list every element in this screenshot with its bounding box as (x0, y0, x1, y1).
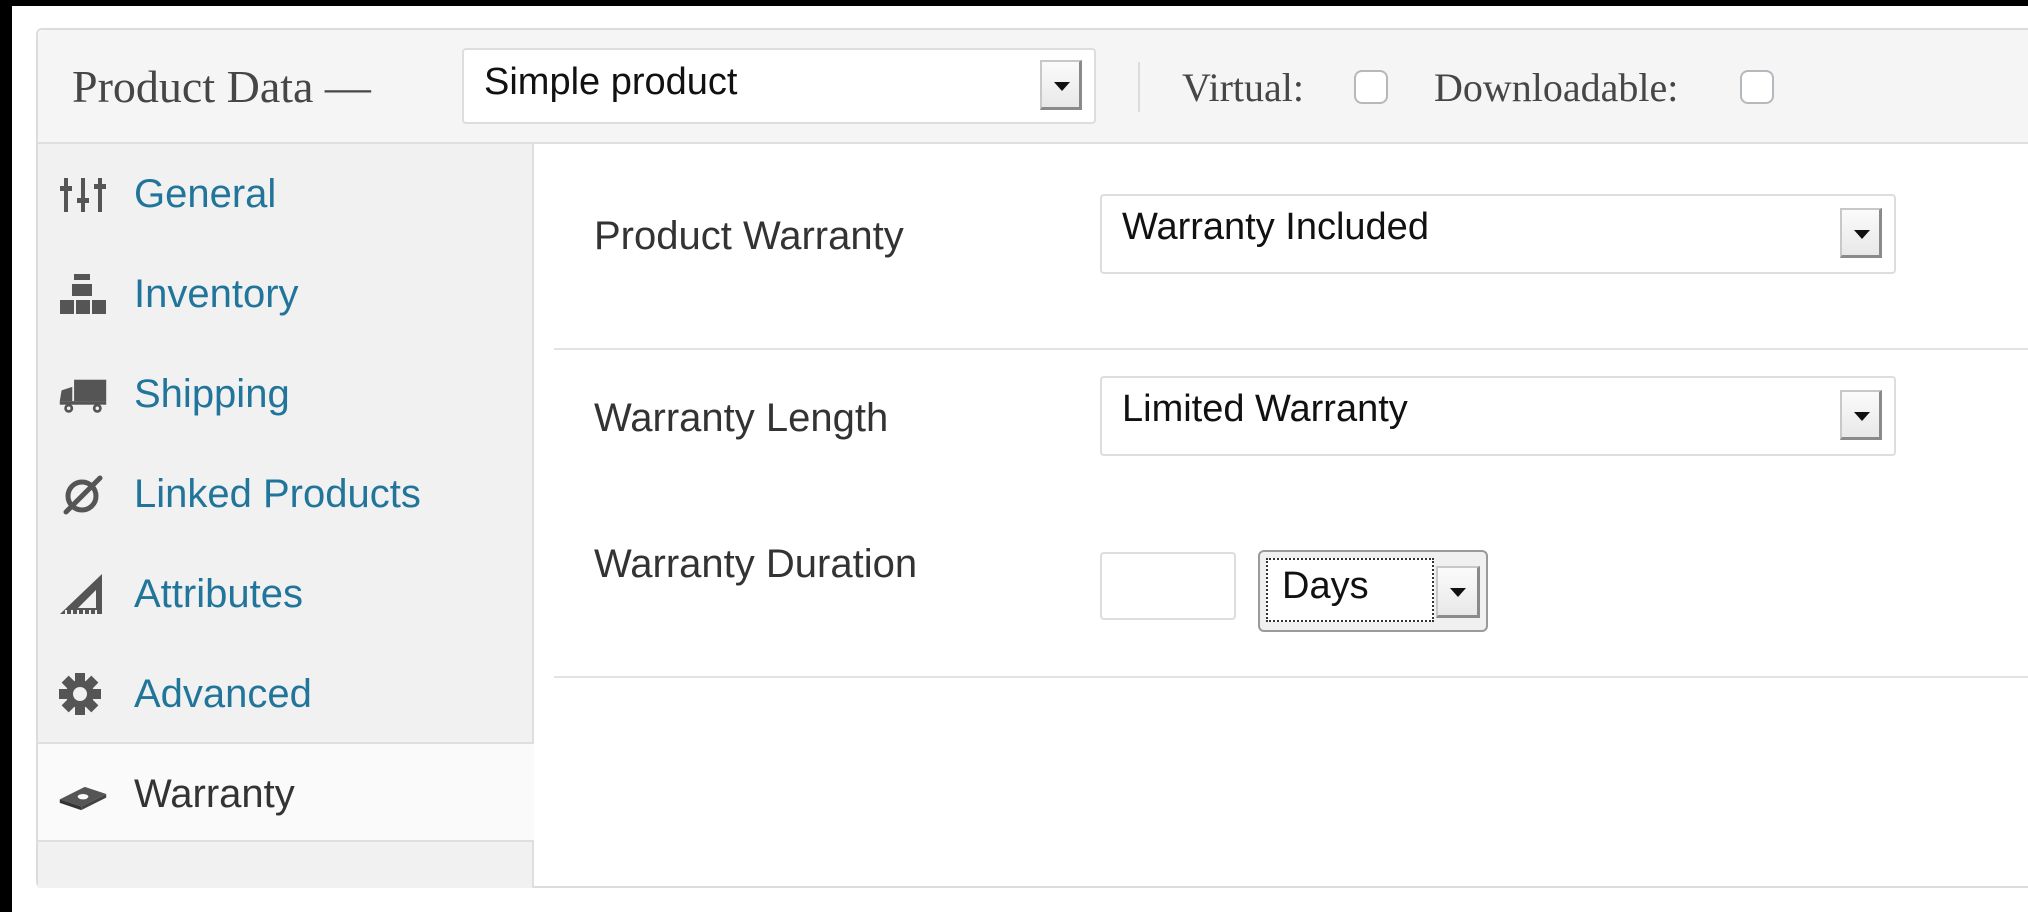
gear-icon (59, 673, 101, 715)
window-left-edge (0, 0, 12, 912)
tab-general-label: General (134, 172, 277, 216)
warranty-duration-label: Warranty Duration (594, 542, 918, 586)
truck-icon (59, 379, 107, 413)
product-warranty-label: Product Warranty (594, 214, 904, 258)
panel-title: Product Data — (72, 61, 371, 112)
chevron-down-icon[interactable] (1840, 208, 1882, 258)
tab-warranty[interactable]: Warranty (38, 742, 534, 842)
row-divider (554, 348, 2028, 350)
tab-general[interactable]: General (38, 144, 532, 244)
tab-attributes[interactable]: Attributes (38, 544, 532, 644)
warranty-options: Product Warranty Warranty Included Warra… (534, 144, 2028, 888)
product-warranty-value: Warranty Included (1122, 206, 1429, 248)
row-divider (554, 676, 2028, 678)
duration-unit-focus: Days (1266, 558, 1434, 622)
virtual-checkbox[interactable] (1354, 70, 1388, 104)
chevron-down-icon[interactable] (1040, 60, 1082, 110)
ruler-triangle-icon (60, 574, 102, 614)
warranty-length-select[interactable]: Limited Warranty (1100, 376, 1896, 456)
tab-warranty-label: Warranty (134, 772, 295, 816)
downloadable-checkbox[interactable] (1740, 70, 1774, 104)
product-type-select[interactable]: Simple product (462, 48, 1096, 124)
header-separator (1138, 62, 1140, 112)
link-icon (63, 475, 103, 515)
tab-advanced-label: Advanced (134, 672, 312, 716)
virtual-label: Virtual: (1182, 65, 1305, 110)
product-data-tabs: General Inventory Shipping Linked Produc… (38, 144, 534, 888)
warranty-length-value: Limited Warranty (1122, 388, 1408, 430)
tab-inventory[interactable]: Inventory (38, 244, 532, 344)
window-top-edge (0, 0, 2028, 6)
warranty-length-label: Warranty Length (594, 396, 889, 440)
chevron-down-icon[interactable] (1436, 566, 1480, 618)
product-data-panel: Product Data — Simple product Virtual: D… (36, 28, 2028, 888)
sliders-icon (60, 178, 106, 212)
tab-inventory-label: Inventory (134, 272, 299, 316)
product-type-value: Simple product (484, 61, 738, 103)
page: Product Data — Simple product Virtual: D… (0, 0, 2028, 912)
ticket-icon (59, 786, 107, 811)
downloadable-label: Downloadable: (1434, 65, 1679, 110)
chevron-down-icon[interactable] (1840, 390, 1882, 440)
product-warranty-select[interactable]: Warranty Included (1100, 194, 1896, 274)
tab-advanced[interactable]: Advanced (38, 644, 532, 744)
warranty-duration-input[interactable] (1100, 552, 1236, 620)
boxes-icon (60, 274, 106, 314)
tab-shipping-label: Shipping (134, 372, 290, 416)
tab-linked-products-label: Linked Products (134, 472, 421, 516)
panel-header: Product Data — Simple product Virtual: D… (38, 30, 2028, 144)
tab-linked-products[interactable]: Linked Products (38, 444, 532, 544)
tab-attributes-label: Attributes (134, 572, 303, 616)
duration-unit-value: Days (1282, 565, 1369, 607)
tab-shipping[interactable]: Shipping (38, 344, 532, 444)
duration-unit-select[interactable]: Days (1258, 550, 1488, 632)
